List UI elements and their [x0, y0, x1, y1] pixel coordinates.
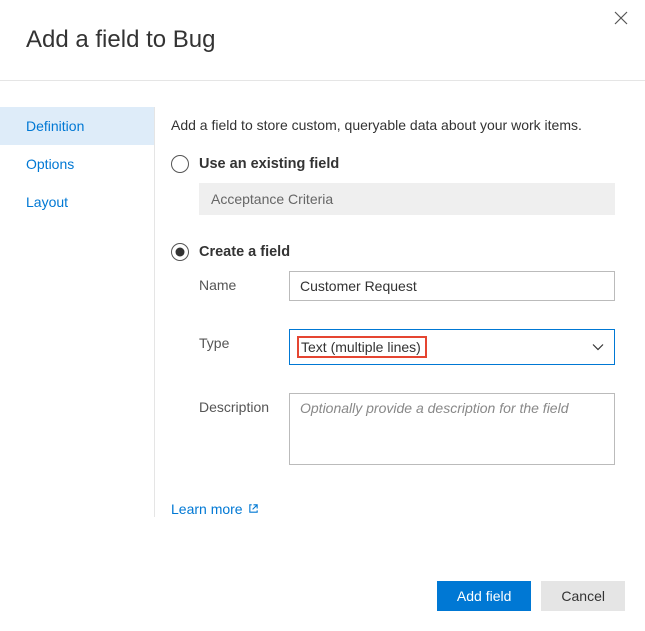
radio-use-existing[interactable]: Use an existing field — [171, 155, 615, 173]
form-group-name: Name — [199, 271, 615, 301]
external-link-icon — [248, 501, 259, 517]
intro-text: Add a field to store custom, queryable d… — [171, 117, 615, 133]
radio-icon — [171, 243, 189, 261]
sidebar-item-definition[interactable]: Definition — [0, 107, 154, 145]
radio-icon — [171, 155, 189, 173]
radio-label: Create a field — [199, 244, 290, 260]
sidebar-item-layout[interactable]: Layout — [0, 183, 154, 221]
close-icon — [614, 11, 628, 30]
name-input[interactable] — [289, 271, 615, 301]
radio-label: Use an existing field — [199, 156, 339, 172]
add-field-button[interactable]: Add field — [437, 581, 531, 611]
type-select-value: Text (multiple lines) — [297, 336, 427, 358]
sidebar-item-label: Layout — [26, 194, 68, 210]
chevron-down-icon — [592, 341, 604, 353]
footer: Add field Cancel — [437, 581, 625, 611]
dialog: Add a field to Bug Definition Options La… — [0, 0, 645, 631]
type-select[interactable]: Text (multiple lines) — [289, 329, 615, 365]
radio-create-field[interactable]: Create a field — [171, 243, 615, 261]
type-select-wrapper: Text (multiple lines) — [289, 329, 615, 365]
main-panel: Add a field to store custom, queryable d… — [155, 107, 645, 517]
description-input[interactable] — [289, 393, 615, 465]
dialog-title: Add a field to Bug — [0, 0, 645, 54]
learn-more-link[interactable]: Learn more — [171, 501, 259, 517]
name-label: Name — [199, 271, 289, 293]
sidebar-item-options[interactable]: Options — [0, 145, 154, 183]
type-label: Type — [199, 329, 289, 351]
form-group-type: Type Text (multiple lines) — [199, 329, 615, 365]
sidebar-item-label: Definition — [26, 118, 84, 134]
body-area: Definition Options Layout Add a field to… — [0, 107, 645, 517]
cancel-button[interactable]: Cancel — [541, 581, 625, 611]
sidebar: Definition Options Layout — [0, 107, 155, 517]
description-label: Description — [199, 393, 289, 415]
learn-more-label: Learn more — [171, 501, 243, 517]
sidebar-item-label: Options — [26, 156, 74, 172]
divider — [0, 80, 645, 81]
close-button[interactable] — [611, 10, 631, 30]
existing-field-disabled-input: Acceptance Criteria — [199, 183, 615, 215]
form-group-description: Description — [199, 393, 615, 465]
